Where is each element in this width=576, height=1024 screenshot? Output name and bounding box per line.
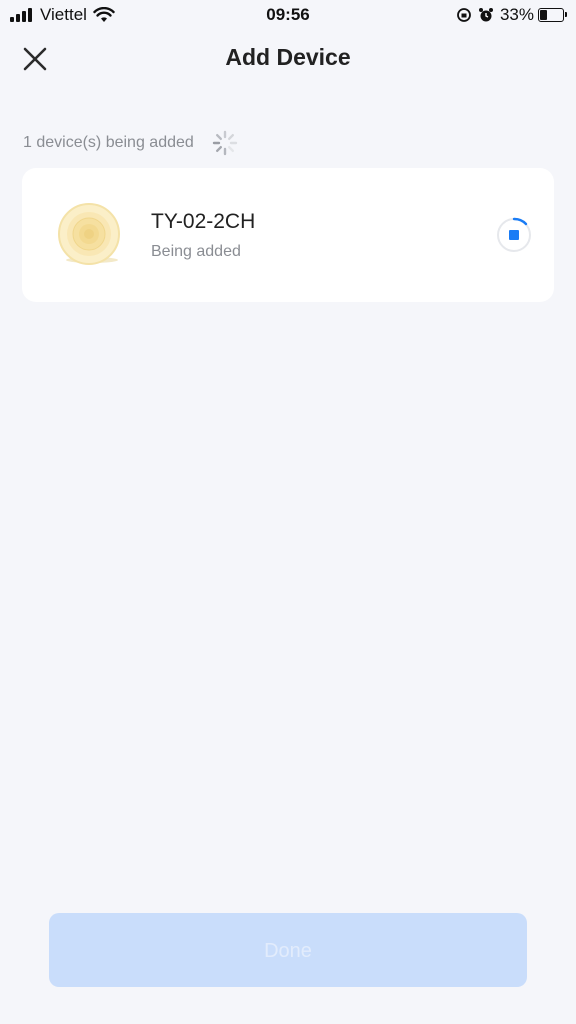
stop-icon [497,217,531,252]
status-bar: Viettel 09:56 33% [0,0,576,30]
device-status: Being added [151,243,241,260]
stop-adding-button[interactable] [496,217,532,253]
battery-cap [565,12,567,17]
done-button[interactable]: Done [49,913,527,987]
device-name: TY-02-2CH [151,210,256,233]
alarm-icon [478,8,493,22]
battery-icon [538,8,567,22]
device-image [58,203,120,265]
battery-percent: 33% [499,5,534,24]
orientation-lock-icon [457,8,471,22]
device-card: TY-02-2CH Being added [22,168,554,302]
loading-spinner-icon [212,130,237,156]
status-right: 33% [456,5,567,25]
device-count-text: 1 device(s) being added [23,134,194,151]
page-title: Add Device [225,44,351,70]
progress-row: 1 device(s) being added [23,130,238,156]
battery-fill [540,10,547,20]
